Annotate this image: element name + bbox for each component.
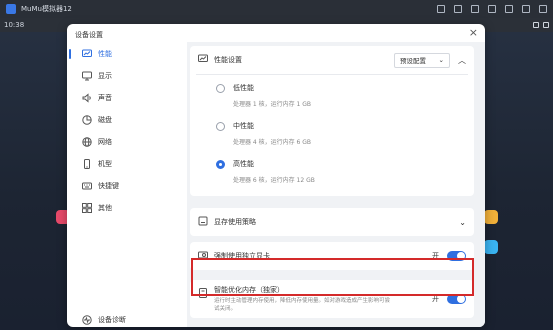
device-diagnostics-button[interactable]: 设备诊断 [67,309,126,327]
sidebar-item-sound[interactable]: 声音 [67,87,187,109]
sidebar-item-label: 显示 [98,72,112,80]
vram-title: 显存使用策略 [214,218,256,226]
chevron-down-icon: ⌄ [438,56,444,64]
sidebar-item-other[interactable]: 其他 [67,197,187,219]
sidebar-item-model[interactable]: 机型 [67,153,187,175]
performance-card: 性能设置 预设配置 ⌄ ︿ 低性能 处理器 1 核，运行内存 1 GB 中性能 [190,46,474,196]
sidebar-item-disk[interactable]: 磁盘 [67,109,187,131]
option-high-label: 高性能 [233,160,254,168]
gamepad-icon[interactable] [454,5,462,13]
sidebar-item-display[interactable]: 显示 [67,65,187,87]
highlight-box [191,258,474,296]
speaker-icon [81,93,92,104]
radio-low[interactable] [216,84,225,93]
emulator-titlebar: MuMu模拟器12 [0,0,553,18]
sidebar-item-performance[interactable]: 性能 [67,43,187,65]
option-medium-label: 中性能 [233,122,254,130]
app-logo [6,4,16,14]
close-icon[interactable]: × [469,27,478,38]
option-low-label: 低性能 [233,84,254,92]
minimize-icon[interactable] [505,5,513,13]
vram-header[interactable]: 显存使用策略 ⌄ [190,208,474,236]
radio-high[interactable] [216,160,225,169]
sidebar-item-network[interactable]: 网络 [67,131,187,153]
titlebar-controls [437,5,547,13]
status-time: 10:38 [4,21,25,29]
monitor-icon [81,49,92,60]
battery-icon [543,22,549,28]
fullscreen-icon[interactable] [471,5,479,13]
performance-title: 性能设置 [214,56,242,64]
chevron-down-icon: ⌄ [459,217,466,227]
vram-card[interactable]: 显存使用策略 ⌄ [190,208,474,236]
diagnostics-icon [81,315,92,326]
performance-header: 性能设置 预设配置 ⌄ ︿ [190,46,474,74]
menu-icon[interactable] [488,5,496,13]
phone-icon [81,159,92,170]
preset-select[interactable]: 预设配置 ⌄ [394,52,450,68]
sidebar-item-label: 机型 [98,160,112,168]
collapse-icon[interactable]: ︿ [458,55,466,66]
sidebar-item-label: 网络 [98,138,112,146]
sidebar-item-label: 磁盘 [98,116,112,124]
radio-medium[interactable] [216,122,225,131]
wifi-icon [533,22,539,28]
maximize-icon[interactable] [522,5,530,13]
option-high[interactable]: 高性能 处理器 6 核，运行内存 12 GB [190,151,474,189]
option-medium[interactable]: 中性能 处理器 4 核，运行内存 6 GB [190,113,474,151]
disk-icon [81,115,92,126]
sidebar-item-label: 快捷键 [98,182,119,190]
keyboard-icon [81,181,92,192]
settings-sidebar: 性能 显示 声音 磁盘 网络 机型 快捷键 其他 设备诊断 [67,43,187,327]
diagnostics-label: 设备诊断 [98,316,126,324]
performance-icon [198,54,208,66]
close-window-icon[interactable] [539,5,547,13]
option-medium-desc: 处理器 4 核，运行内存 6 GB [233,139,312,146]
desktop-app-icon[interactable] [484,210,498,224]
mail-icon[interactable] [437,5,445,13]
option-low-desc: 处理器 1 核，运行内存 1 GB [233,101,312,108]
sidebar-item-shortcuts[interactable]: 快捷键 [67,175,187,197]
dialog-title: 设备设置 [75,31,103,39]
sidebar-item-label: 性能 [98,50,112,58]
preset-select-value: 预设配置 [400,57,426,65]
sidebar-item-label: 声音 [98,94,112,102]
sidebar-item-label: 其他 [98,204,112,212]
option-high-desc: 处理器 6 核，运行内存 12 GB [233,177,315,184]
option-low[interactable]: 低性能 处理器 1 核，运行内存 1 GB [190,75,474,113]
smart-memory-desc: 运行时主动管理内存使用，降低内存使用量。如对游戏造成产生影响可尝试关闭。 [214,298,391,312]
grid-icon [81,203,92,214]
window-title: MuMu模拟器12 [21,5,72,13]
memory-chip-icon [198,216,208,228]
desktop-app-icon[interactable] [484,240,498,254]
globe-icon [81,137,92,148]
display-icon [81,71,92,82]
